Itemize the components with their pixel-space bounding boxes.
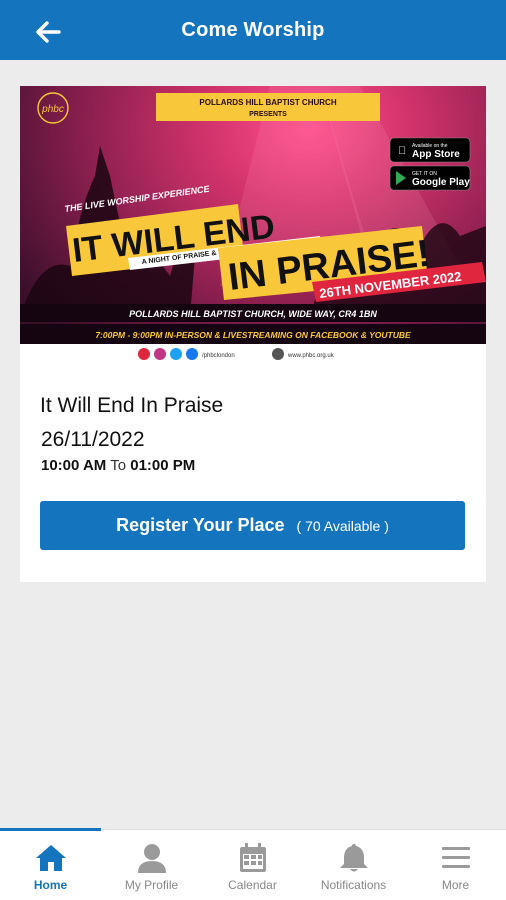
nav-label-more: More (441, 878, 470, 892)
event-card: phbc POLLARDS HILL BAPTIST CHURCH PRESEN… (20, 86, 486, 582)
event-banner-image: phbc POLLARDS HILL BAPTIST CHURCH PRESEN… (20, 86, 486, 364)
twitter-icon (170, 348, 182, 360)
calendar-icon (239, 843, 266, 872)
nav-item-more[interactable]: More (405, 830, 506, 900)
nav-item-my-profile[interactable]: My Profile (101, 830, 202, 900)
nav-label-my-profile: My Profile (124, 878, 179, 892)
event-title: It Will End In Praise (40, 394, 224, 417)
event-end-time: 01:00 PM (130, 457, 196, 474)
availability-count: ( 70 Available ) (296, 517, 389, 534)
register-button[interactable]: Register Your Place ( 70 Available ) (40, 501, 465, 550)
nav-label-calendar: Calendar (228, 878, 277, 892)
event-time: 10:00 AM To 01:00 PM (41, 457, 195, 474)
banner-venue: POLLARDS HILL BAPTIST CHURCH, WIDE WAY, … (129, 309, 377, 319)
bottom-navigation: Home My Profile Calendar Notifications M… (0, 828, 506, 900)
nav-item-calendar[interactable]: Calendar (202, 830, 303, 900)
banner-church-name: POLLARDS HILL BAPTIST CHURCH (199, 98, 336, 107)
register-button-label: Register Your Place (116, 515, 285, 535)
home-icon (35, 845, 66, 871)
svg-text:App Store: App Store (412, 149, 460, 160)
globe-icon (272, 348, 284, 360)
banner-presents: PRESENTS (249, 111, 287, 118)
nav-label-home: Home (33, 878, 68, 892)
event-start-time: 10:00 AM (41, 457, 107, 474)
svg-text::  (398, 145, 406, 157)
bell-icon (339, 844, 368, 872)
youtube-icon (138, 348, 150, 360)
facebook-icon (186, 348, 198, 360)
nav-item-notifications[interactable]: Notifications (303, 830, 404, 900)
banner-social-handle: /phbclondon (202, 353, 235, 359)
svg-text:Google Play: Google Play (412, 177, 470, 188)
nav-item-home[interactable]: Home (0, 830, 101, 900)
logo-text: phbc (41, 104, 64, 115)
page-title: Come Worship (181, 19, 325, 41)
app-header: Come Worship (0, 0, 506, 60)
person-icon (137, 844, 166, 873)
banner-website: www.phbc.org.uk (287, 353, 335, 359)
nav-label-notifications: Notifications (320, 878, 387, 892)
event-time-separator: To (110, 457, 127, 474)
banner-times: 7:00PM - 9:00PM IN-PERSON & LIVESTREAMIN… (95, 330, 411, 340)
instagram-icon (154, 348, 166, 360)
event-date: 26/11/2022 (41, 428, 145, 451)
menu-icon (441, 847, 470, 868)
